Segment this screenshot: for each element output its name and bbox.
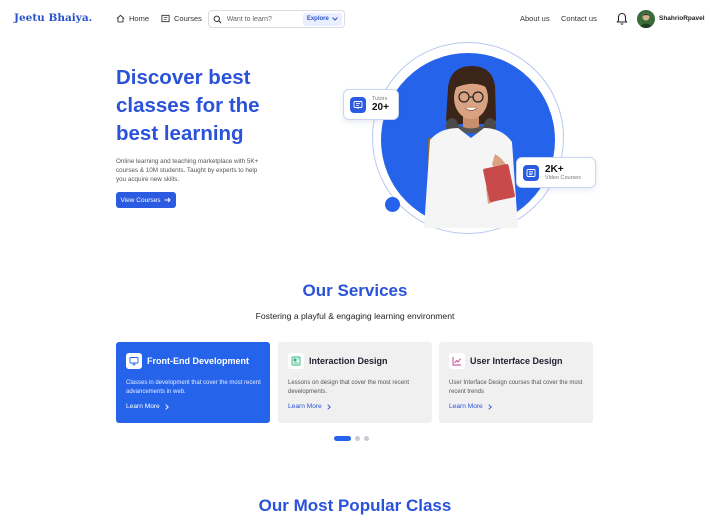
learn-more-label: Learn More (449, 403, 483, 410)
service-card-front-end[interactable]: Front-End Development Classes in develop… (116, 342, 270, 423)
student-photo (424, 66, 518, 228)
video-courses-value: 2K+ (545, 164, 564, 175)
carousel-dot[interactable] (355, 436, 360, 441)
service-card-description: Classes in development that cover the mo… (126, 380, 261, 395)
view-courses-label: View Courses (120, 196, 161, 204)
chevron-right-icon (165, 403, 169, 410)
arrow-right-icon (164, 197, 172, 203)
video-courses-stat-card: 2K+ Video Courses (516, 157, 596, 188)
service-card-interaction-design[interactable]: Interaction Design Lessons on design tha… (278, 342, 432, 423)
hero-title-line: Discover best (116, 66, 251, 89)
explore-label: Explore (306, 16, 329, 22)
chevron-down-icon (331, 17, 338, 21)
home-icon (116, 14, 125, 23)
services-subtitle: Fostering a playful & engaging learning … (255, 311, 455, 321)
services-heading: Our Services (302, 281, 408, 300)
service-card-description: User Interface Design courses that cover… (449, 380, 583, 395)
tutor-icon (350, 96, 366, 113)
nav-home-link[interactable]: Home (116, 14, 149, 23)
hero-title-line: best learning (116, 122, 244, 145)
nav-about-link[interactable]: About us (520, 14, 550, 23)
monitor-icon (126, 353, 142, 369)
service-card-title: Interaction Design (309, 356, 388, 366)
brand-logo[interactable]: Jeetu Bhaiya. (14, 12, 92, 24)
bell-icon[interactable] (616, 12, 628, 26)
top-nav-bar: Jeetu Bhaiya. Home Courses Explore About… (0, 0, 710, 38)
video-courses-label: Video Courses (545, 175, 581, 181)
hero-title-line: classes for the (116, 94, 260, 117)
chart-line-icon (449, 353, 465, 369)
service-card-description: Lessons on design that cover the most re… (288, 380, 410, 395)
service-card-ui-design[interactable]: User Interface Design User Interface Des… (439, 342, 593, 423)
user-avatar[interactable] (637, 10, 655, 28)
view-courses-button[interactable]: View Courses (116, 192, 176, 208)
chevron-right-icon (488, 403, 492, 410)
nav-home-label: Home (129, 14, 150, 23)
video-course-icon (523, 164, 539, 181)
nav-courses-label: Courses (174, 14, 202, 23)
hero-title: Discover best classes for the best learn… (116, 64, 286, 148)
service-card-title: Front-End Development (147, 356, 250, 366)
search-input[interactable] (226, 15, 303, 23)
learn-more-link[interactable]: Learn More (449, 403, 583, 410)
carousel-dot-active[interactable] (334, 436, 351, 441)
nav-contact-link[interactable]: Contact us (561, 14, 597, 23)
carousel-pagination (334, 436, 369, 441)
hero-description: Online learning and teaching marketplace… (116, 158, 259, 183)
tutors-stat-card: Tutors 20+ (343, 89, 399, 120)
user-name[interactable]: ShahrioRpavel (659, 15, 705, 22)
hero-accent-dot (385, 197, 400, 212)
learn-more-label: Learn More (126, 403, 160, 410)
learn-more-link[interactable]: Learn More (126, 403, 260, 410)
tutors-value: 20+ (372, 102, 389, 113)
learn-more-link[interactable]: Learn More (288, 403, 422, 410)
popular-class-heading: Our Most Popular Class (258, 496, 452, 515)
chevron-right-icon (327, 403, 331, 410)
learn-more-label: Learn More (288, 403, 322, 410)
book-icon (161, 14, 170, 23)
service-card-title: User Interface Design (470, 356, 563, 366)
nav-courses-link[interactable]: Courses (161, 14, 202, 23)
carousel-dot[interactable] (364, 436, 369, 441)
search-bar: Explore (208, 10, 345, 28)
explore-dropdown-button[interactable]: Explore (302, 12, 342, 26)
layout-icon (288, 353, 304, 369)
search-icon (209, 15, 227, 24)
